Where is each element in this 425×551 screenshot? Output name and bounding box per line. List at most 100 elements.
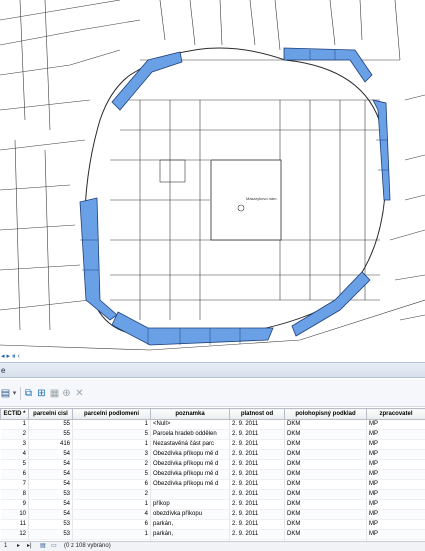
page-nav-icon[interactable]: ◂ ▸ — [1, 353, 10, 360]
cell-parcel-subdivision[interactable]: 1 — [72, 439, 151, 450]
next-record-button[interactable]: ▸ — [17, 542, 20, 551]
related-tables-icon[interactable]: ⧉ — [23, 388, 34, 399]
cell-processor[interactable]: MP — [366, 449, 425, 460]
cell-processor[interactable]: MP — [366, 429, 425, 440]
cell-parcel-subdivision[interactable]: 1 — [72, 419, 151, 430]
cell-valid-from[interactable]: 2. 9. 2011 — [229, 529, 285, 540]
table-row[interactable]: 4 54 3 Obezdívka příkopu mě d 2. 9. 2011 DKM M… — [0, 449, 425, 460]
cell-parcel-subdivision[interactable]: 2 — [72, 459, 151, 470]
cell-parcel-subdivision[interactable]: 5 — [72, 429, 151, 440]
cell-parcel-number[interactable]: 54 — [28, 469, 73, 480]
cell-note[interactable]: parkán, — [150, 529, 230, 540]
cell-processor[interactable]: MP — [366, 459, 425, 470]
cell-parcel-number[interactable]: 54 — [28, 499, 73, 510]
last-record-button[interactable]: ▸| — [27, 542, 32, 551]
cell-parcel-number[interactable]: 53 — [28, 529, 73, 540]
cell-base-map[interactable]: DKM — [284, 459, 367, 470]
cell-note[interactable] — [150, 489, 230, 500]
cell-valid-from[interactable]: 2. 9. 2011 — [229, 469, 285, 480]
table-row[interactable]: 7 54 6 Obezdívka příkopu mě d 2. 9. 2011 DKM M… — [0, 479, 425, 490]
select-by-attributes-icon[interactable]: ⊞ — [36, 388, 47, 399]
attribute-grid[interactable]: ECTID * parcelni cisl parcelni podlomeni… — [0, 408, 425, 541]
cadastral-map[interactable]: Masarykovo nám. — [0, 0, 425, 357]
cell-valid-from[interactable]: 2. 9. 2011 — [229, 459, 285, 470]
cell-base-map[interactable]: DKM — [284, 509, 367, 520]
table-row[interactable]: 12 53 1 parkán, 2. 9. 2011 DKM MP — [0, 529, 425, 540]
cell-parcel-subdivision[interactable]: 1 — [72, 529, 151, 540]
cell-note[interactable]: Nezastavěná část parc — [150, 439, 230, 450]
cell-row-id[interactable]: 10 — [0, 509, 29, 520]
cell-valid-from[interactable]: 2. 9. 2011 — [229, 509, 285, 520]
cell-parcel-number[interactable]: 416 — [28, 439, 73, 450]
cell-processor[interactable]: MP — [366, 479, 425, 490]
column-header-parcel-subdivision[interactable]: parcelni podlomeni — [72, 408, 151, 420]
table-row[interactable]: 2 55 5 Parcela hradeb oddělen 2. 9. 2011 DKM M… — [0, 429, 425, 440]
dropdown-arrow-icon[interactable]: ▾ — [9, 388, 20, 399]
delete-selected-icon[interactable]: ✕ — [74, 388, 85, 399]
cell-processor[interactable]: MP — [366, 529, 425, 540]
cell-row-id[interactable]: 1 — [0, 419, 29, 430]
cell-processor[interactable]: MP — [366, 489, 425, 500]
cell-row-id[interactable]: 8 — [0, 489, 29, 500]
cell-parcel-subdivision[interactable]: 2 — [72, 489, 151, 500]
table-row[interactable]: 9 54 1 příkop 2. 9. 2011 DKM MP — [0, 499, 425, 510]
cell-parcel-subdivision[interactable]: 3 — [72, 449, 151, 460]
cell-parcel-number[interactable]: 53 — [28, 519, 73, 530]
cell-row-id[interactable]: 6 — [0, 469, 29, 480]
pause-icon[interactable]: ⏸ — [12, 353, 16, 360]
cell-note[interactable]: Obezdívka příkopu mě d — [150, 479, 230, 490]
cell-processor[interactable]: MP — [366, 499, 425, 510]
table-row[interactable]: 5 54 2 Obezdívka příkopu mě d 2. 9. 2011 DKM M… — [0, 459, 425, 470]
cell-valid-from[interactable]: 2. 9. 2011 — [229, 419, 285, 430]
cell-valid-from[interactable]: 2. 9. 2011 — [229, 479, 285, 490]
table-row[interactable]: 3 416 1 Nezastavěná část parc 2. 9. 2011 DKM M… — [0, 439, 425, 450]
cell-row-id[interactable]: 11 — [0, 519, 29, 530]
cell-base-map[interactable]: DKM — [284, 419, 367, 430]
cell-valid-from[interactable]: 2. 9. 2011 — [229, 519, 285, 530]
cell-parcel-number[interactable]: 55 — [28, 419, 73, 430]
cell-valid-from[interactable]: 2. 9. 2011 — [229, 489, 285, 500]
column-header-id[interactable]: ECTID * — [0, 408, 29, 420]
table-row[interactable]: 8 53 2 2. 9. 2011 DKM MP — [0, 489, 425, 500]
column-header-valid-from[interactable]: platnost od — [229, 408, 285, 420]
cell-processor[interactable]: MP — [366, 509, 425, 520]
cell-row-id[interactable]: 9 — [0, 499, 29, 510]
column-header-base-map[interactable]: polohopisný podklad — [284, 408, 367, 420]
cell-parcel-number[interactable]: 54 — [28, 479, 73, 490]
cell-base-map[interactable]: DKM — [284, 479, 367, 490]
table-row[interactable]: 1 55 1 <Null> 2. 9. 2011 DKM MP — [0, 419, 425, 430]
cell-parcel-number[interactable]: 53 — [28, 489, 73, 500]
record-number-field[interactable]: 1 — [4, 542, 7, 551]
cell-parcel-number[interactable]: 54 — [28, 449, 73, 460]
clear-selection-icon[interactable]: ▦ — [49, 388, 60, 399]
cell-note[interactable]: Parcela hradeb oddělen — [150, 429, 230, 440]
cell-base-map[interactable]: DKM — [284, 439, 367, 450]
table-row[interactable]: 6 54 5 Obezdívka příkopu mě d 2. 9. 2011 DKM M… — [0, 469, 425, 480]
cell-base-map[interactable]: DKM — [284, 469, 367, 480]
show-selected-records-icon[interactable]: ▭ — [51, 542, 57, 551]
cell-parcel-number[interactable]: 55 — [28, 429, 73, 440]
cell-parcel-subdivision[interactable]: 6 — [72, 519, 151, 530]
cell-row-id[interactable]: 2 — [0, 429, 29, 440]
cell-parcel-subdivision[interactable]: 4 — [72, 509, 151, 520]
map-view[interactable]: Masarykovo nám. — [0, 0, 425, 357]
cell-note[interactable]: Obezdívka příkopu mě d — [150, 459, 230, 470]
back-icon[interactable]: ‹ — [17, 353, 19, 360]
cell-base-map[interactable]: DKM — [284, 499, 367, 510]
table-row[interactable]: 10 54 4 obezdívka příkopu 2. 9. 2011 DKM MP — [0, 509, 425, 520]
cell-valid-from[interactable]: 2. 9. 2011 — [229, 499, 285, 510]
column-header-note[interactable]: poznamka — [150, 408, 230, 420]
cell-processor[interactable]: MP — [366, 419, 425, 430]
cell-note[interactable]: obezdívka příkopu — [150, 509, 230, 520]
column-header-processor[interactable]: zpracovatel — [366, 408, 425, 420]
cell-parcel-number[interactable]: 54 — [28, 509, 73, 520]
cell-base-map[interactable]: DKM — [284, 429, 367, 440]
cell-parcel-subdivision[interactable]: 5 — [72, 469, 151, 480]
cell-note[interactable]: Obezdívka příkopu mě d — [150, 469, 230, 480]
cell-base-map[interactable]: DKM — [284, 519, 367, 530]
cell-processor[interactable]: MP — [366, 469, 425, 480]
cell-base-map[interactable]: DKM — [284, 489, 367, 500]
cell-parcel-subdivision[interactable]: 6 — [72, 479, 151, 490]
cell-processor[interactable]: MP — [366, 439, 425, 450]
cell-note[interactable]: příkop — [150, 499, 230, 510]
